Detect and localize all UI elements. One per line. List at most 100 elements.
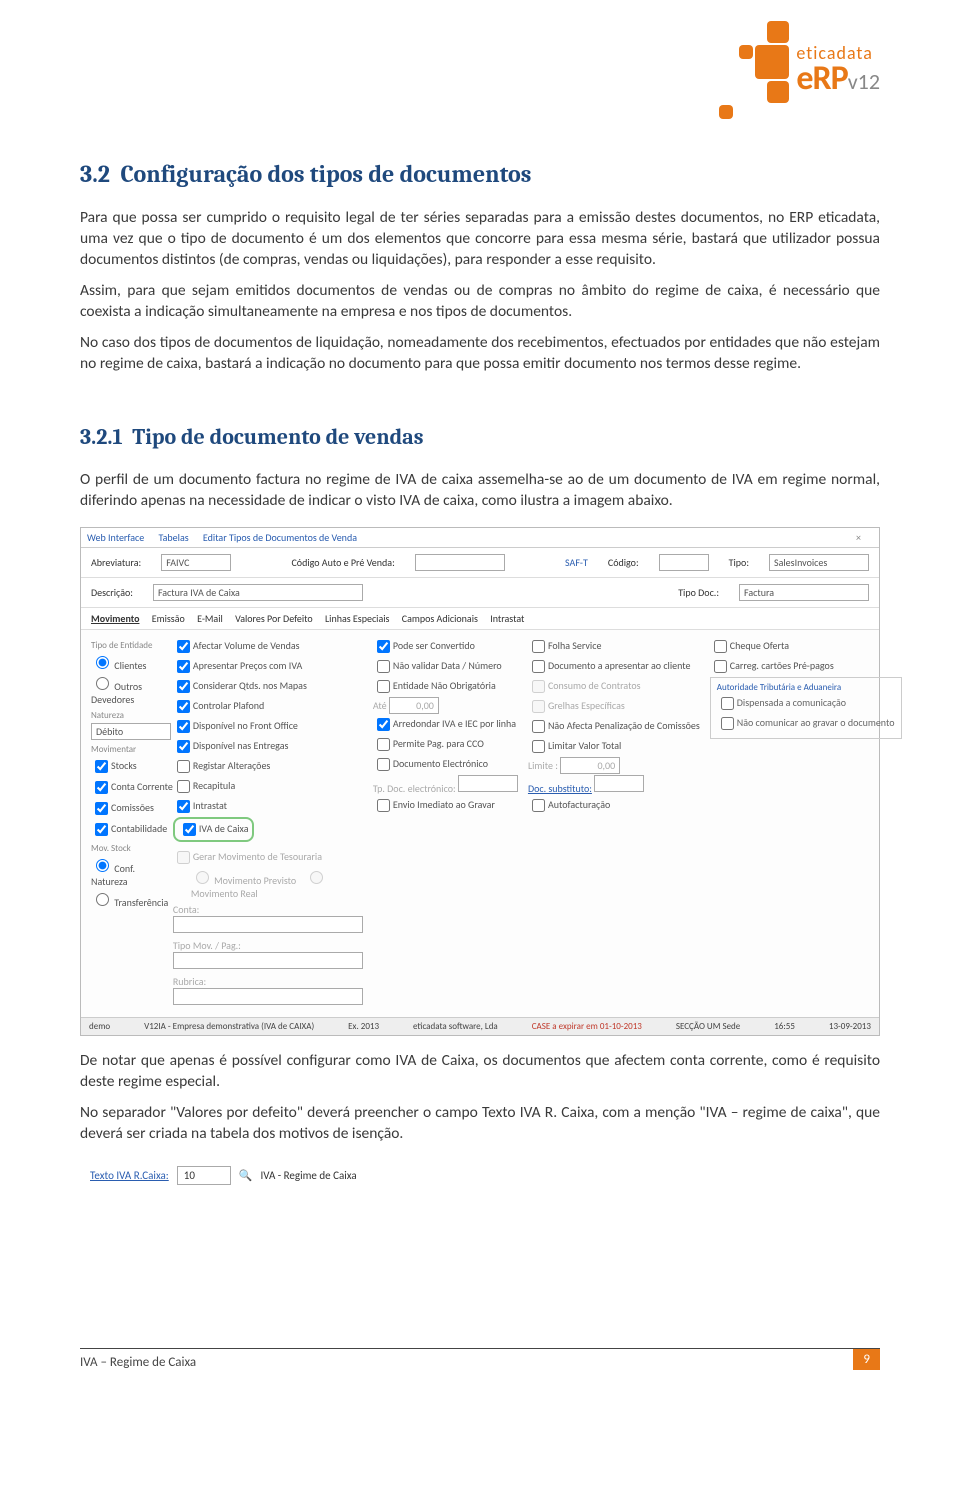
chk-doc-elec[interactable]: Documento Electrónico [373, 755, 518, 774]
abrev-input[interactable]: FAIVC [161, 554, 231, 571]
codauto-input[interactable] [415, 554, 505, 571]
footer-text: IVA – Regime de Caixa [80, 1355, 196, 1370]
radio-clientes[interactable]: Clientes [91, 653, 173, 672]
at-group: Autoridade Tributária e Aduaneira Dispen… [710, 677, 902, 739]
status-warning: CASE a expirar em 01-10-2013 [532, 1021, 642, 1032]
section-heading: 3.2 Configuração dos tipos de documentos [80, 160, 880, 188]
status-company: eticadata software, Lda [413, 1021, 498, 1032]
chk-envio-imediato[interactable]: Envio Imediato ao Gravar [373, 796, 518, 815]
form-header-row1: Abreviatura: FAIVC Código Auto e Pré Ven… [81, 548, 879, 578]
chk-doc-cliente[interactable]: Documento a apresentar ao cliente [528, 657, 700, 676]
status-date: 13-09-2013 [829, 1021, 871, 1032]
chk-registar-alt[interactable]: Registar Alterações [173, 757, 363, 776]
texto-iva-label[interactable]: Texto IVA R.Caixa: [90, 1169, 169, 1182]
chk-iva-caixa[interactable]: IVA de Caixa [179, 822, 249, 835]
chk-cheque[interactable]: Cheque Oferta [710, 637, 902, 656]
subtab-emissao[interactable]: Emissão [152, 612, 185, 625]
chk-consumo: Consumo de Contratos [528, 677, 700, 696]
chk-considerar-qtds[interactable]: Considerar Qtds. nos Mapas [173, 677, 363, 696]
chk-nao-validar[interactable]: Não validar Data / Número [373, 657, 518, 676]
chk-folha[interactable]: Folha Service [528, 637, 700, 656]
brand-logo: eticadata eRPv12 [738, 20, 880, 120]
texto-iva-desc: IVA - Regime de Caixa [260, 1169, 356, 1182]
codauto-label: Código Auto e Pré Venda: [291, 556, 394, 569]
search-icon[interactable]: 🔍 [239, 1169, 253, 1182]
radio-confnat[interactable]: Conf. Natureza [91, 856, 173, 888]
texto-iva-code[interactable]: 10 [177, 1166, 231, 1185]
chk-pode-conv[interactable]: Pode ser Convertido [373, 637, 518, 656]
chk-naoafecta-penal[interactable]: Não Afecta Penalização de Comissões [528, 717, 700, 736]
at-title: Autoridade Tributária e Aduaneira [717, 682, 895, 693]
subsection-para-3: No separador "Valores por defeito" dever… [80, 1103, 880, 1145]
subtab-campos[interactable]: Campos Adicionais [402, 612, 478, 625]
tipomov-input [173, 952, 363, 969]
codigo-input[interactable] [659, 554, 709, 571]
chk-disp-entregas[interactable]: Disponível nas Entregas [173, 737, 363, 756]
chk-carreg[interactable]: Carreg. cartões Pré-pagos [710, 657, 902, 676]
subtab-email[interactable]: E-Mail [197, 612, 223, 625]
subsection-number: 3.2.1 [80, 424, 123, 450]
chk-recapitula[interactable]: Recapitula [173, 777, 363, 796]
grp-movimentar: Movimentar [91, 744, 173, 755]
chk-apresentar-precos[interactable]: Apresentar Preços com IVA [173, 657, 363, 676]
status-bar: demo V12IA - Empresa demonstrativa (IVA … [81, 1017, 879, 1035]
options-col-1: Afectar Volume de Vendas Apresentar Preç… [173, 636, 363, 1011]
tab-web[interactable]: Web Interface [87, 531, 144, 544]
subsection-para-2: De notar que apenas é possível configura… [80, 1051, 880, 1093]
radio-mov-previsto: Movimento Previsto [191, 874, 296, 887]
chk-ent-naoobrig[interactable]: Entidade Não Obrigatória [373, 677, 518, 696]
tab-editar[interactable]: Editar Tipos de Documentos de Venda [203, 531, 357, 544]
chk-dispensada[interactable]: Dispensada a comunicação [717, 694, 895, 713]
radio-transf[interactable]: Transferência [91, 890, 173, 909]
tipo-select[interactable]: SalesInvoices [769, 554, 869, 571]
subsection-heading: 3.2.1 Tipo de documento de vendas [80, 424, 880, 450]
section-number: 3.2 [80, 160, 110, 188]
saft-label: SAF-T [565, 556, 588, 569]
chk-contabilidade[interactable]: Contabilidade [91, 820, 173, 839]
desc-input[interactable]: Factura IVA de Caixa [153, 584, 363, 601]
chk-gerar-tesouraria[interactable]: Gerar Movimento de Tesouraria [173, 848, 363, 867]
options-col-3: Folha Service Documento a apresentar ao … [528, 636, 700, 1011]
docsub-link[interactable]: Doc. substituto: [528, 782, 592, 795]
chk-stocks[interactable]: Stocks [91, 757, 173, 776]
tpdoc-label: Tp. Doc. electrónico: [373, 782, 456, 795]
desc-label: Descrição: [91, 586, 133, 599]
limite-input: 0,00 [560, 757, 620, 774]
section-para-2: Assim, para que sejam emitidos documento… [80, 281, 880, 323]
form-header-row2: Descrição: Factura IVA de Caixa Tipo Doc… [81, 578, 879, 608]
chk-contacorrente[interactable]: Conta Corrente [91, 778, 173, 797]
chk-grelhas: Grelhas Específicas [528, 697, 700, 716]
window-tabs: Web Interface Tabelas Editar Tipos de Do… [81, 528, 879, 548]
chk-comissoes[interactable]: Comissões [91, 799, 173, 818]
chk-permite-cco[interactable]: Permite Pag. para CCO [373, 735, 518, 754]
chk-intrastat[interactable]: Intrastat [173, 797, 363, 816]
tab-tabelas[interactable]: Tabelas [159, 531, 189, 544]
docsub-input[interactable] [594, 775, 644, 792]
status-user: demo [89, 1021, 110, 1032]
app-screenshot: Web Interface Tabelas Editar Tipos de Do… [80, 527, 880, 1036]
chk-autofact[interactable]: Autofacturação [528, 796, 700, 815]
rubrica-label: Rubrica: [173, 975, 206, 988]
chk-limitar-valor[interactable]: Limitar Valor Total [528, 737, 700, 756]
subtab-intrastat[interactable]: Intrastat [490, 612, 524, 625]
chk-disp-front[interactable]: Disponível no Front Office [173, 717, 363, 736]
chk-afectar-volume[interactable]: Afectar Volume de Vendas [173, 637, 363, 656]
page-number: 9 [853, 1349, 880, 1370]
subtab-movimento[interactable]: Movimento [91, 612, 139, 625]
grp-tipo-entidade: Tipo de Entidade [91, 640, 173, 651]
section-title: Configuração dos tipos de documentos [120, 160, 531, 188]
grp-movstock: Mov. Stock [91, 843, 173, 854]
radio-outros[interactable]: Outros Devedores [91, 674, 173, 706]
subtab-valores[interactable]: Valores Por Defeito [235, 612, 313, 625]
chk-controlar-plafond[interactable]: Controlar Plafond [173, 697, 363, 716]
status-time: 16:55 [774, 1021, 795, 1032]
logo-version: v12 [848, 68, 880, 95]
chk-arredondar[interactable]: Arredondar IVA e IEC por linha [373, 715, 518, 734]
natureza-select[interactable]: Débito [91, 723, 171, 740]
tipodoc-select[interactable]: Factura [739, 584, 869, 601]
chk-nao-comunicar[interactable]: Não comunicar ao gravar o documento [717, 714, 895, 733]
logo-product: eRP [796, 58, 847, 99]
tipodoc-label: Tipo Doc.: [678, 586, 719, 599]
codigo-label: Código: [608, 556, 639, 569]
subtab-linhas[interactable]: Linhas Especiais [325, 612, 390, 625]
